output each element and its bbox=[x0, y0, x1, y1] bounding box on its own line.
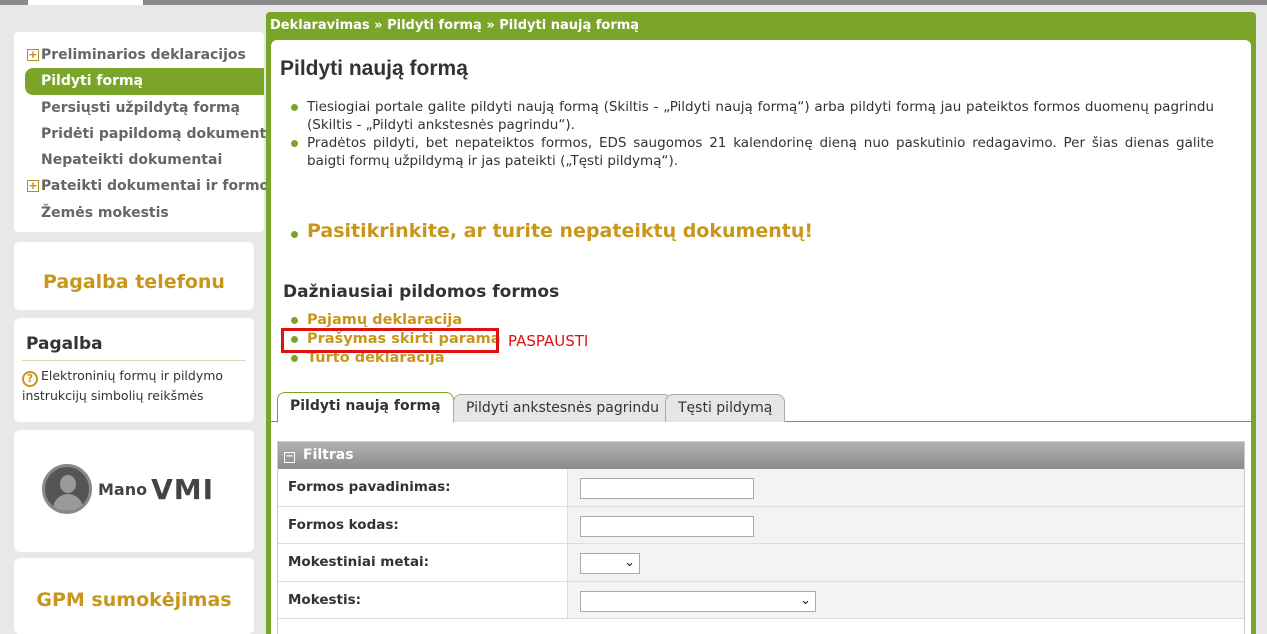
bullet-icon bbox=[291, 355, 298, 362]
sidebar-item-label: Persiųsti užpildytą formą bbox=[41, 99, 241, 116]
expand-plus-icon[interactable]: + bbox=[27, 180, 39, 193]
mano-vmi-logo[interactable]: Mano VMI bbox=[42, 464, 214, 514]
warning-text[interactable]: Pasitikrinkite, ar turite nepateiktų dok… bbox=[307, 220, 813, 242]
chevron-down-icon: ⌄ bbox=[624, 555, 635, 570]
annotation-highlight-box bbox=[281, 328, 499, 353]
sidebar-item-label: Preliminarios deklaracijos bbox=[41, 47, 246, 63]
expand-plus-icon[interactable]: + bbox=[27, 49, 39, 61]
page-title: Pildyti naują formą bbox=[280, 57, 468, 80]
field-cell bbox=[568, 469, 1244, 506]
main-content: Pildyti naują formą Tiesiogiai portale g… bbox=[271, 40, 1251, 634]
form-link-text[interactable]: Pajamų deklaracija bbox=[307, 312, 462, 328]
person-avatar-icon bbox=[42, 464, 92, 514]
main-frame: Deklaravimas » Pildyti formą » Pildyti n… bbox=[266, 12, 1256, 634]
filter-row-formos-kodas: Formos kodas: bbox=[278, 506, 1244, 544]
sidebar-item-nepateikti[interactable]: Nepateikti dokumentai bbox=[14, 147, 264, 173]
help-title: Pagalba bbox=[22, 334, 246, 361]
tab-testi-pildyma[interactable]: Tęsti pildymą bbox=[665, 394, 786, 422]
form-tabs: Pildyti naują formą Pildyti ankstesnės p… bbox=[271, 392, 1251, 423]
filter-header[interactable]: − Filtras bbox=[278, 442, 1244, 469]
bullet-icon bbox=[291, 231, 298, 238]
field-label: Formos pavadinimas: bbox=[278, 469, 568, 506]
filter-panel: − Filtras Formos pavadinimas: Formos koda… bbox=[277, 441, 1245, 634]
filter-row-formos-pavadinimas: Formos pavadinimas: bbox=[278, 469, 1244, 507]
info-text: Pradėtos pildyti, bet nepateiktos formos… bbox=[307, 135, 1214, 169]
info-list: Tiesiogiai portale galite pildyti naują … bbox=[289, 98, 1214, 170]
chevron-down-icon: ⌄ bbox=[800, 592, 811, 608]
annotation-label: PASPAUSTI bbox=[508, 332, 589, 350]
mano-vmi-text-mano: Mano bbox=[98, 479, 148, 499]
field-label: Mokestis: bbox=[278, 581, 568, 618]
mano-vmi-text-vmi: VMI bbox=[151, 472, 215, 506]
field-cell: ⌄ bbox=[568, 581, 1244, 618]
sidebar-item-zemes-mokestis[interactable]: Žemės mokestis bbox=[14, 200, 264, 226]
sidebar-item-persiusti[interactable]: Persiųsti užpildytą formą bbox=[14, 95, 264, 121]
info-item: Pradėtos pildyti, bet nepateiktos formos… bbox=[289, 134, 1214, 170]
top-tab[interactable] bbox=[28, 0, 143, 5]
field-label: Formos kodas: bbox=[278, 506, 568, 543]
tab-pildyti-ankstesnes[interactable]: Pildyti ankstesnės pagrindu bbox=[453, 394, 673, 422]
filter-title: Filtras bbox=[303, 447, 354, 463]
form-name-input[interactable] bbox=[580, 478, 754, 499]
top-bar bbox=[0, 0, 1267, 5]
frequent-forms-title: Dažniausiai pildomos formos bbox=[283, 282, 560, 302]
unsubmitted-docs-link[interactable]: Pasitikrinkite, ar turite nepateiktų dok… bbox=[289, 220, 813, 242]
sidebar-nav: + Preliminarios deklaracijos Pildyti for… bbox=[14, 32, 278, 232]
phone-help-title[interactable]: Pagalba telefonu bbox=[14, 242, 254, 322]
gpm-box[interactable]: GPM sumokėjimas bbox=[14, 558, 254, 634]
info-text: Tiesiogiai portale galite pildyti naują … bbox=[307, 99, 1214, 133]
sidebar-item-label: Pildyti formą bbox=[41, 73, 144, 90]
bullet-icon bbox=[291, 140, 298, 147]
sidebar-item-pildyti-forma[interactable]: Pildyti formą bbox=[25, 68, 264, 95]
sidebar-item-label: Pridėti papildomą dokumentą bbox=[41, 125, 276, 142]
tax-year-select[interactable]: ⌄ bbox=[580, 553, 640, 574]
tax-select[interactable]: ⌄ bbox=[580, 590, 816, 612]
sidebar-item-preliminarios[interactable]: + Preliminarios deklaracijos bbox=[14, 42, 264, 68]
breadcrumb: Deklaravimas » Pildyti formą » Pildyti n… bbox=[270, 18, 640, 33]
field-cell: ⌄ bbox=[568, 544, 1244, 581]
sidebar-item-pateikti[interactable]: + Pateikti dokumentai ir formos bbox=[14, 173, 278, 199]
form-code-input[interactable] bbox=[580, 515, 754, 537]
help-box: Pagalba ? Elektroninių formų ir pildymo i… bbox=[14, 318, 254, 422]
gpm-title[interactable]: GPM sumokėjimas bbox=[14, 558, 254, 634]
collapse-minus-icon[interactable]: − bbox=[284, 452, 295, 463]
bullet-icon bbox=[291, 104, 298, 111]
field-label: Mokestiniai metai: bbox=[278, 544, 568, 581]
question-icon: ? bbox=[22, 371, 38, 387]
field-cell bbox=[568, 506, 1244, 543]
mano-vmi-box[interactable]: Mano VMI bbox=[14, 430, 254, 552]
help-link[interactable]: ? Elektroninių formų ir pildymo instrukci… bbox=[22, 367, 246, 405]
sidebar-item-prideti[interactable]: Pridėti papildomą dokumentą bbox=[14, 121, 276, 147]
bullet-icon bbox=[291, 317, 298, 324]
info-item: Tiesiogiai portale galite pildyti naują … bbox=[289, 98, 1214, 134]
sidebar-item-label: Nepateikti dokumentai bbox=[41, 152, 223, 169]
filter-row-mokestiniai-metai: Mokestiniai metai: ⌄ bbox=[278, 544, 1244, 582]
sidebar-item-label: Pateikti dokumentai ir formos bbox=[41, 178, 278, 195]
help-link-text[interactable]: Elektroninių formų ir pildymo instrukcij… bbox=[22, 368, 223, 403]
filter-row-mokestis: Mokestis: ⌄ bbox=[278, 581, 1244, 619]
phone-help-box[interactable]: Pagalba telefonu bbox=[14, 242, 254, 310]
tab-pildyti-nauja[interactable]: Pildyti naują formą bbox=[277, 392, 454, 423]
sidebar-item-label: Žemės mokestis bbox=[41, 204, 169, 221]
